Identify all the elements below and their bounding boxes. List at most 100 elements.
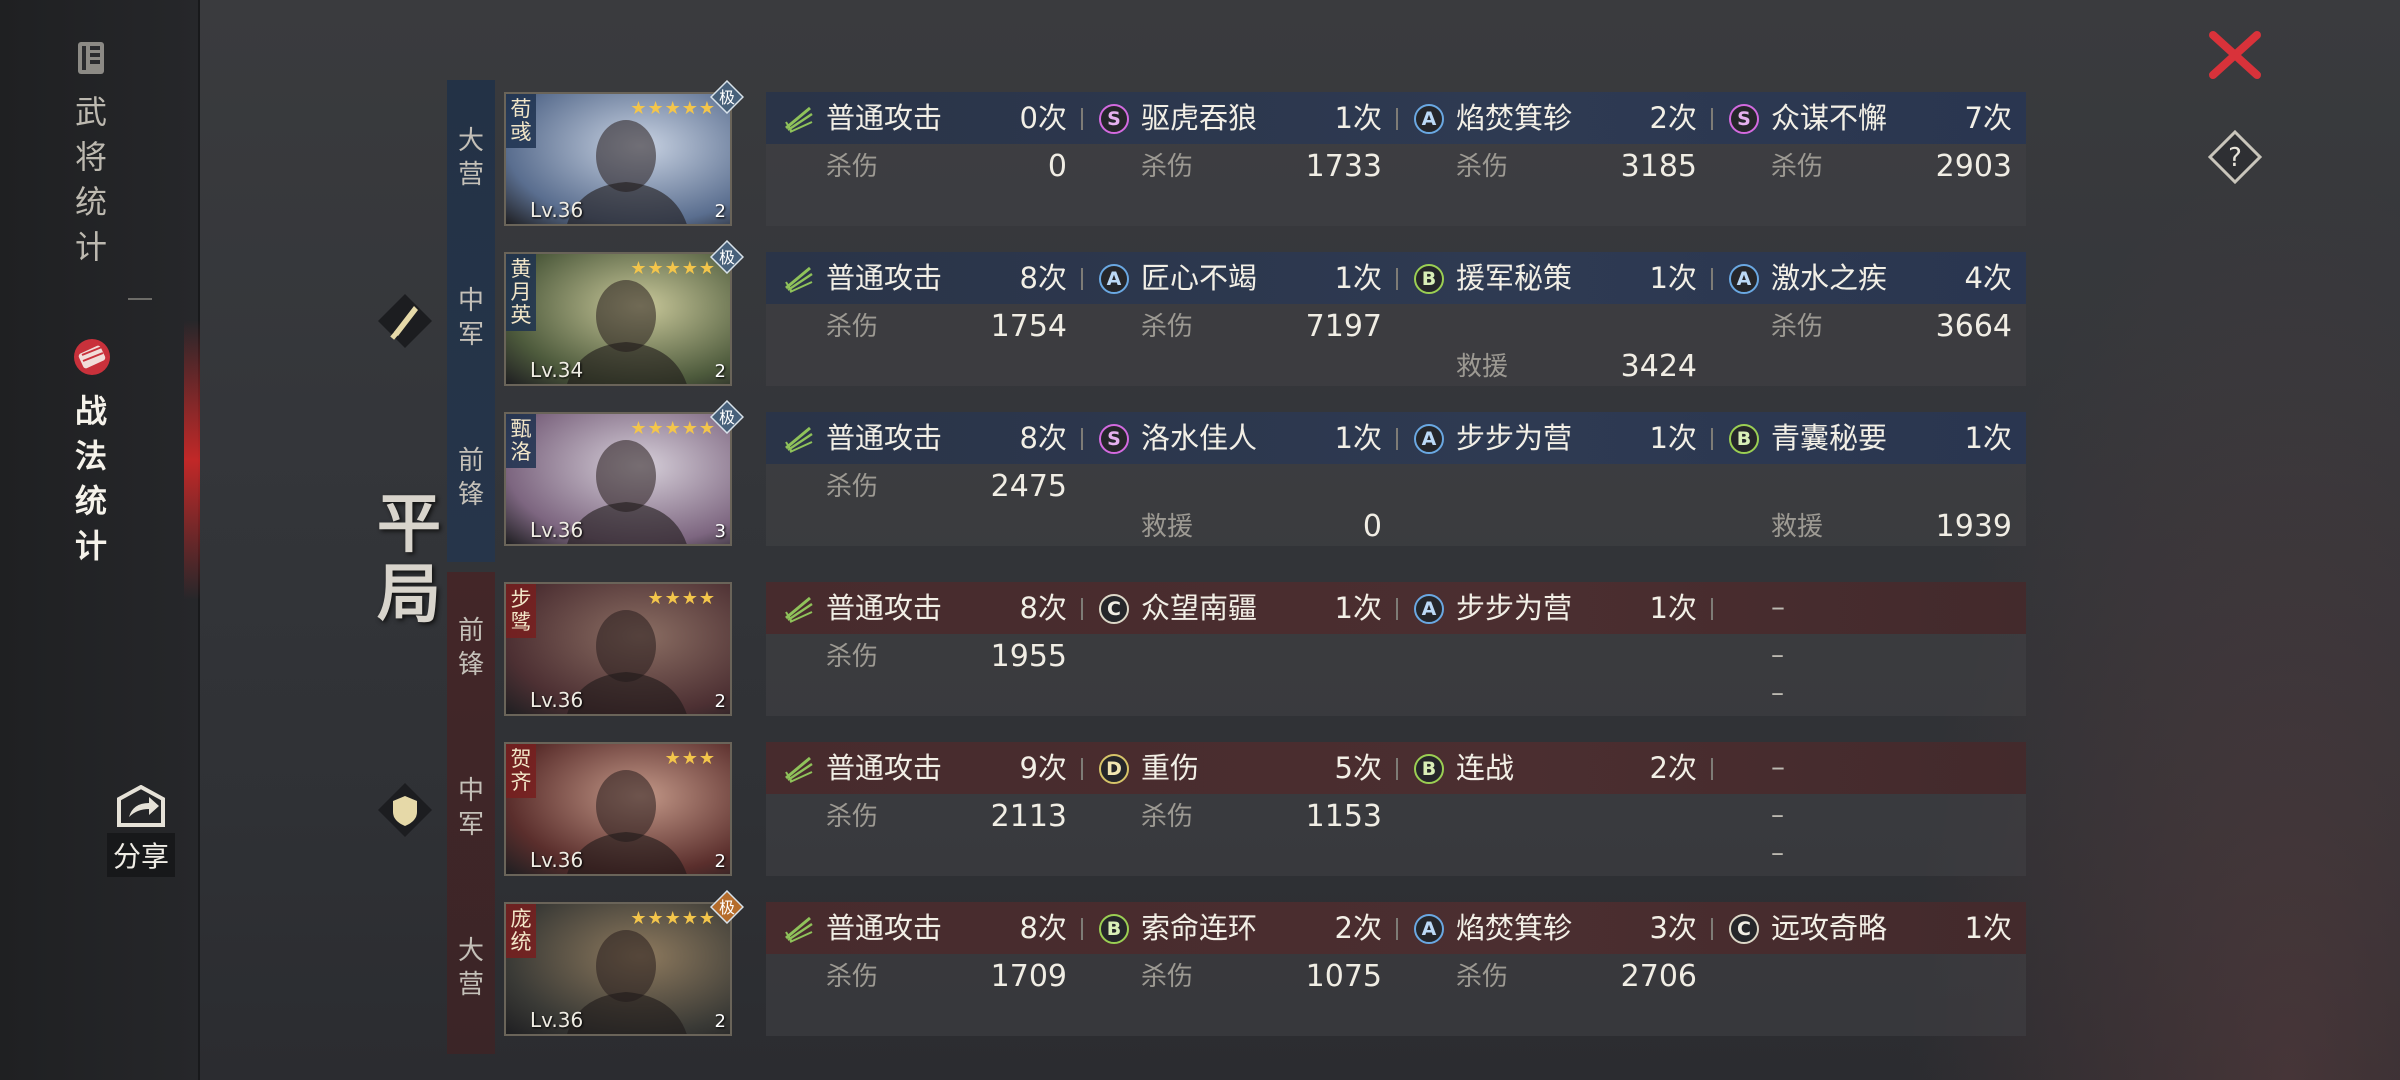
skill-name: 普通攻击 bbox=[826, 911, 943, 945]
skill-cell[interactable]: B 青囊秘要 1次 救援 1939 bbox=[1711, 412, 2026, 546]
skill-name: 焰焚箕轸 bbox=[1456, 911, 1573, 945]
skill-cell[interactable]: A 步步为营 1次 bbox=[1396, 582, 1711, 716]
skill-cell[interactable]: 普通攻击 8次 杀伤 1955 bbox=[766, 582, 1081, 716]
empty-stat: – bbox=[1771, 678, 1784, 708]
skill-stats-panel: 普通攻击 9次 杀伤 2113 D 重伤 5次 杀伤 1153 B 连战 2次 – – – bbox=[766, 742, 2026, 876]
skill-cell[interactable]: 普通攻击 9次 杀伤 2113 bbox=[766, 742, 1081, 876]
general-name: 贺齐 bbox=[506, 744, 536, 798]
skill-name: 焰焚箕轸 bbox=[1456, 101, 1573, 135]
skill-cell[interactable]: A 匠心不竭 1次 杀伤 7197 bbox=[1081, 252, 1396, 386]
stat-value: 1939 bbox=[1935, 509, 2012, 544]
skill-cell[interactable]: C 远攻奇略 1次 bbox=[1711, 902, 2026, 1036]
stat-value: 1955 bbox=[990, 639, 1067, 674]
empty-skill: – bbox=[1771, 590, 1785, 623]
close-button[interactable] bbox=[2205, 25, 2265, 85]
skill-cell[interactable]: C 众望南疆 1次 bbox=[1081, 582, 1396, 716]
awakened-badge-icon: 极 bbox=[709, 889, 745, 925]
stat-label: 救援 bbox=[1771, 512, 1824, 542]
active-indicator bbox=[184, 320, 200, 600]
skill-stats-panel: 普通攻击 8次 杀伤 1955 C 众望南疆 1次 A 步步为营 1次 – – – bbox=[766, 582, 2026, 716]
stat-label: 杀伤 bbox=[1771, 312, 1824, 342]
scroll-seal-icon bbox=[70, 335, 114, 379]
general-portrait[interactable]: 甄洛 ★★★★★ Lv.36 3 bbox=[504, 412, 732, 546]
skill-cell[interactable]: – – – bbox=[1711, 742, 2026, 876]
stat-value: 3185 bbox=[1620, 149, 1697, 184]
general-level: Lv.36 bbox=[530, 1008, 584, 1032]
share-button[interactable]: 分享 bbox=[104, 784, 178, 877]
general-name: 甄洛 bbox=[506, 414, 536, 468]
skill-header: 普通攻击 9次 bbox=[766, 742, 1081, 794]
trigger-count: 1次 bbox=[1649, 421, 1697, 455]
skill-cell[interactable]: 普通攻击 8次 杀伤 2475 bbox=[766, 412, 1081, 546]
sidebar-item-skill-stats[interactable]: 战法统计 bbox=[0, 335, 184, 569]
trigger-count: 1次 bbox=[1649, 261, 1697, 295]
trigger-count: 8次 bbox=[1019, 591, 1067, 625]
general-level: Lv.34 bbox=[530, 358, 584, 382]
book-icon bbox=[70, 36, 114, 80]
skill-header: 普通攻击 0次 bbox=[766, 92, 1081, 144]
result-label: 平局 bbox=[377, 487, 441, 632]
position-label: 前锋 bbox=[457, 616, 484, 680]
divider bbox=[1081, 598, 1083, 620]
skill-name: 普通攻击 bbox=[826, 261, 943, 295]
divider bbox=[128, 298, 152, 300]
skill-grade-badge: S bbox=[1729, 104, 1759, 134]
sword-icon bbox=[376, 292, 434, 350]
trigger-count: 4次 bbox=[1964, 261, 2012, 295]
stat-value: 1075 bbox=[1305, 959, 1382, 994]
general-portrait[interactable]: 荀彧 ★★★★★ Lv.36 2 bbox=[504, 92, 732, 226]
skill-cell[interactable]: 普通攻击 8次 杀伤 1709 bbox=[766, 902, 1081, 1036]
divider bbox=[1396, 918, 1398, 940]
divider bbox=[1396, 758, 1398, 780]
skill-cell[interactable]: B 索命连环 2次 杀伤 1075 bbox=[1081, 902, 1396, 1036]
skill-grade-badge: B bbox=[1414, 754, 1444, 784]
skill-cell[interactable]: 普通攻击 0次 杀伤 0 bbox=[766, 92, 1081, 226]
general-portrait[interactable]: 黄月英 ★★★★★ Lv.34 2 bbox=[504, 252, 732, 386]
trigger-count: 2次 bbox=[1649, 751, 1697, 785]
skill-header: C 众望南疆 1次 bbox=[1081, 582, 1396, 634]
skill-grade-badge: A bbox=[1099, 264, 1129, 294]
general-name: 黄月英 bbox=[506, 254, 536, 331]
sidebar-item-general-stats[interactable]: 武将统计 bbox=[0, 36, 184, 270]
general-portrait[interactable]: 步骘 ★★★★ Lv.36 2 bbox=[504, 582, 732, 716]
advance-rank: 2 bbox=[714, 361, 726, 382]
skill-name: 援军秘策 bbox=[1456, 261, 1573, 295]
skill-stats-panel: 普通攻击 8次 杀伤 1709 B 索命连环 2次 杀伤 1075 A 焰焚箕轸 3次 杀伤 2706 C 远… bbox=[766, 902, 2026, 1036]
help-button[interactable]: ? bbox=[2207, 129, 2263, 185]
skill-cell[interactable]: D 重伤 5次 杀伤 1153 bbox=[1081, 742, 1396, 876]
skill-name: 步步为营 bbox=[1456, 591, 1573, 625]
skill-cell[interactable]: B 连战 2次 bbox=[1396, 742, 1711, 876]
help-icon: ? bbox=[2207, 129, 2263, 185]
skill-cell[interactable]: A 激水之疾 4次 杀伤 3664 bbox=[1711, 252, 2026, 386]
skill-name: 步步为营 bbox=[1456, 421, 1573, 455]
normal-attack-icon bbox=[784, 104, 814, 134]
skill-cell[interactable]: A 步步为营 1次 bbox=[1396, 412, 1711, 546]
skill-cell[interactable]: S 众谋不懈 7次 杀伤 2903 bbox=[1711, 92, 2026, 226]
sidebar-item-label: 武将统计 bbox=[74, 93, 109, 266]
skill-grade-badge: A bbox=[1414, 424, 1444, 454]
skill-cell[interactable]: – – – bbox=[1711, 582, 2026, 716]
general-portrait[interactable]: 贺齐 ★★★ Lv.36 2 bbox=[504, 742, 732, 876]
trigger-count: 9次 bbox=[1019, 751, 1067, 785]
skill-name: 普通攻击 bbox=[826, 591, 943, 625]
general-portrait[interactable]: 庞统 ★★★★★ Lv.36 2 bbox=[504, 902, 732, 1036]
trigger-count: 1次 bbox=[1334, 421, 1382, 455]
general-level: Lv.36 bbox=[530, 198, 584, 222]
stat-value: 1754 bbox=[990, 309, 1067, 344]
skill-cell[interactable]: A 焰焚箕轸 2次 杀伤 3185 bbox=[1396, 92, 1711, 226]
skill-cell[interactable]: A 焰焚箕轸 3次 杀伤 2706 bbox=[1396, 902, 1711, 1036]
skill-cell[interactable]: B 援军秘策 1次 救援 3424 bbox=[1396, 252, 1711, 386]
empty-skill: – bbox=[1771, 750, 1785, 783]
divider bbox=[1711, 918, 1713, 940]
position-label: 中军 bbox=[457, 776, 484, 840]
skill-cell[interactable]: S 驱虎吞狼 1次 杀伤 1733 bbox=[1081, 92, 1396, 226]
trigger-count: 8次 bbox=[1019, 261, 1067, 295]
sidebar: 武将统计 战法统计 分享 bbox=[0, 0, 200, 1080]
skill-cell[interactable]: 普通攻击 8次 杀伤 1754 bbox=[766, 252, 1081, 386]
divider bbox=[1081, 758, 1083, 780]
stat-label: 杀伤 bbox=[1456, 962, 1509, 992]
stat-label: 杀伤 bbox=[826, 802, 879, 832]
stat-label: 杀伤 bbox=[1141, 312, 1194, 342]
skill-cell[interactable]: S 洛水佳人 1次 救援 0 bbox=[1081, 412, 1396, 546]
skill-header: A 步步为营 1次 bbox=[1396, 582, 1711, 634]
